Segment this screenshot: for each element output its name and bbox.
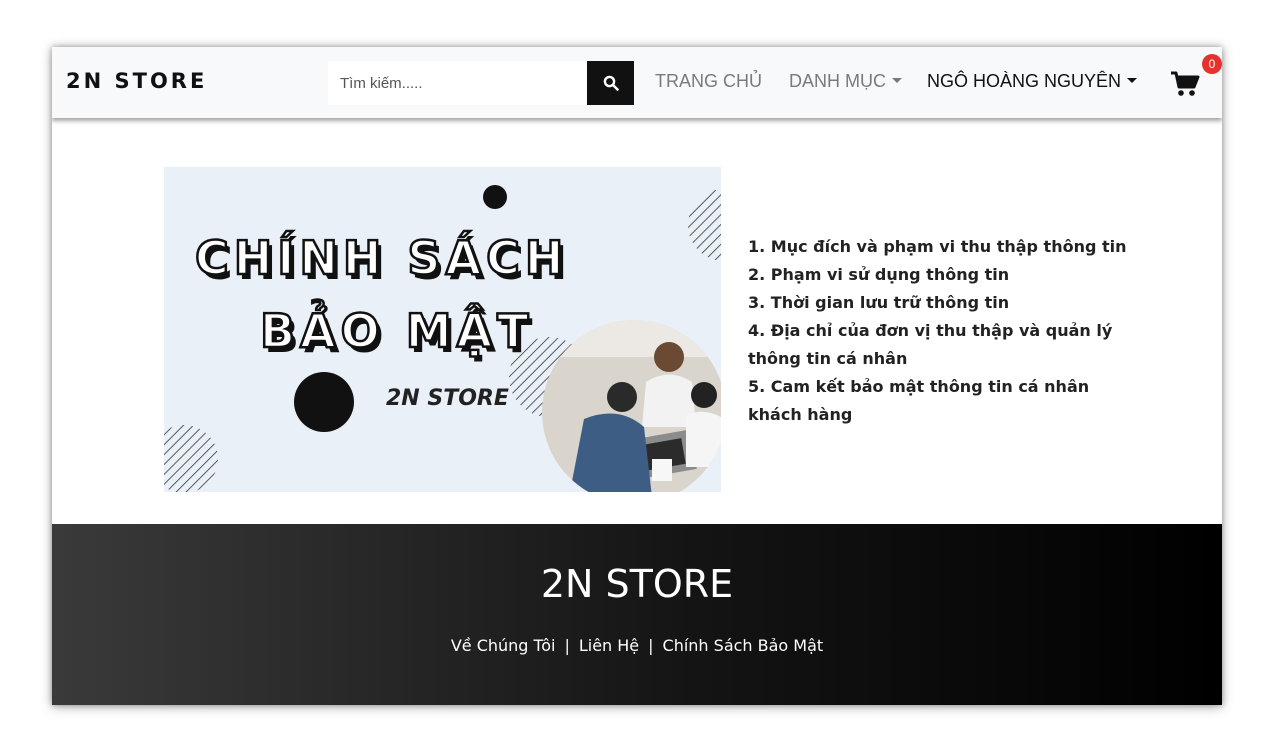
- nav-home-label: TRANG CHỦ: [655, 71, 762, 91]
- footer-separator: |: [564, 636, 570, 655]
- cart-count-badge: 0: [1202, 54, 1222, 74]
- policy-item[interactable]: 4. Địa chỉ của đơn vị thu thập và quản l…: [748, 317, 1128, 373]
- navbar: 2N STORE TRANG CHỦ DANH MỤC NGÔ HOÀNG NG…: [52, 47, 1222, 118]
- nav-category-label: DANH MỤC: [789, 71, 886, 91]
- footer-link-about[interactable]: Về Chúng Tôi: [451, 636, 556, 655]
- banner-illustration: CHÍNH SÁCH BẢO MẬT CHÍNH SÁCH BẢO MẬT 2N…: [164, 185, 721, 492]
- footer-link-privacy[interactable]: Chính Sách Bảo Mật: [663, 636, 824, 655]
- policy-item[interactable]: 3. Thời gian lưu trữ thông tin: [748, 289, 1128, 317]
- policy-item[interactable]: 2. Phạm vi sử dụng thông tin: [748, 261, 1128, 289]
- footer-link-contact[interactable]: Liên Hệ: [579, 636, 639, 655]
- nav-user-label: NGÔ HOÀNG NGUYÊN: [927, 71, 1122, 91]
- policy-list: 1. Mục đích và phạm vi thu thập thông ti…: [748, 233, 1128, 429]
- cart-icon[interactable]: [1170, 71, 1200, 97]
- footer-title: 2N STORE: [540, 562, 734, 606]
- privacy-policy-banner: CHÍNH SÁCH BẢO MẬT CHÍNH SÁCH BẢO MẬT 2N…: [164, 167, 721, 492]
- search-button[interactable]: [587, 61, 634, 105]
- policy-item[interactable]: 1. Mục đích và phạm vi thu thập thông ti…: [748, 233, 1128, 261]
- search-input[interactable]: [328, 61, 586, 105]
- brand-logo[interactable]: 2N STORE: [66, 69, 207, 93]
- caret-down-icon: [1127, 77, 1138, 83]
- banner-brand-text: 2N STORE: [386, 386, 509, 411]
- nav-category-dropdown[interactable]: DANH MỤC: [789, 71, 902, 92]
- banner-title-line-2: BẢO MẬT: [260, 299, 534, 358]
- footer-separator: |: [648, 636, 654, 655]
- nav-user-dropdown[interactable]: NGÔ HOÀNG NGUYÊN: [927, 71, 1138, 92]
- browser-window: 2N STORE TRANG CHỦ DANH MỤC NGÔ HOÀNG NG…: [52, 47, 1222, 705]
- policy-item[interactable]: 5. Cam kết bảo mật thông tin cá nhân khá…: [748, 373, 1128, 429]
- banner-title-line-1: CHÍNH SÁCH: [195, 231, 568, 285]
- footer-links: Về Chúng Tôi | Liên Hệ | Chính Sách Bảo Mật: [52, 636, 1222, 655]
- search-icon: [603, 75, 619, 91]
- footer: 2N STORE Về Chúng Tôi | Liên Hệ | Chính Sách…: [52, 524, 1222, 705]
- nav-home-link[interactable]: TRANG CHỦ: [655, 71, 762, 92]
- caret-down-icon: [892, 77, 902, 83]
